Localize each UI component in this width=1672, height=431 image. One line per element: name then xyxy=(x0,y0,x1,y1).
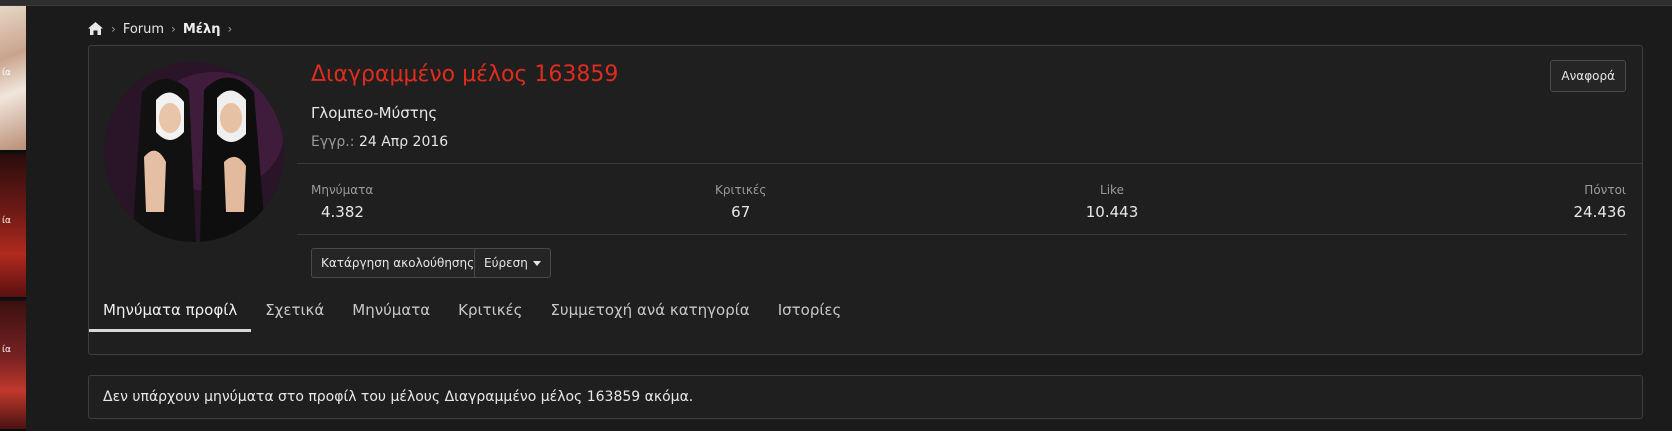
stat-points[interactable]: Πόντοι 24.436 xyxy=(1574,183,1627,221)
ad-text: ία xyxy=(2,345,11,355)
home-icon[interactable] xyxy=(88,22,104,36)
empty-message-text: Δεν υπάρχουν μηνύματα στο προφίλ του μέλ… xyxy=(103,389,694,405)
joined-value: 24 Απρ 2016 xyxy=(358,134,449,150)
stat-label: Πόντοι xyxy=(1584,183,1626,197)
tab-participation-by-category[interactable]: Συμμετοχή ανά κατηγορία xyxy=(536,290,763,332)
profile-tabs: Μηνύματα προφίλ Σχετικά Μηνύματα Κριτικέ… xyxy=(89,290,1642,332)
unfollow-button[interactable]: Κατάργηση ακολούθησης xyxy=(311,248,485,278)
empty-profile-posts-message: Δεν υπάρχουν μηνύματα στο προφίλ του μέλ… xyxy=(88,375,1643,419)
chevron-right-icon: › xyxy=(111,22,116,36)
joined-date: Εγγρ.: 24 Απρ 2016 xyxy=(311,134,448,150)
tab-profile-posts[interactable]: Μηνύματα προφίλ xyxy=(89,290,252,332)
breadcrumb: › Forum › Μέλη › xyxy=(88,20,239,38)
joined-label: Εγγρ.: xyxy=(311,134,355,150)
stat-label: Μηνύματα xyxy=(311,183,374,197)
ad-banner[interactable]: ία xyxy=(0,6,26,152)
stat-messages[interactable]: Μηνύματα 4.382 xyxy=(311,183,373,221)
stat-value: 4.382 xyxy=(321,203,364,221)
tab-reviews[interactable]: Κριτικές xyxy=(444,290,536,332)
caret-down-icon xyxy=(532,260,541,266)
tab-messages[interactable]: Μηνύματα xyxy=(338,290,444,332)
stat-value: 24.436 xyxy=(1573,203,1627,221)
stat-label: Κριτικές xyxy=(715,183,767,197)
stat-value: 10.443 xyxy=(1085,203,1139,221)
divider xyxy=(297,163,1643,164)
stat-likes[interactable]: Like 10.443 xyxy=(1082,183,1142,221)
find-label: Εύρεση xyxy=(484,256,528,270)
ad-text: ία xyxy=(2,216,11,226)
user-title: Γλομπεο-Μύστης xyxy=(311,104,438,122)
unfollow-label: Κατάργηση ακολούθησης xyxy=(321,256,475,270)
tab-stories[interactable]: Ιστορίες xyxy=(764,290,856,332)
breadcrumb-members[interactable]: Μέλη xyxy=(183,22,221,37)
avatar[interactable] xyxy=(104,62,284,242)
stat-label: Like xyxy=(1100,183,1124,197)
tab-about[interactable]: Σχετικά xyxy=(251,290,338,332)
member-name: Διαγραμμένο μέλος 163859 xyxy=(311,62,619,87)
stat-value: 67 xyxy=(731,203,751,221)
divider xyxy=(297,234,1627,235)
stat-reviews[interactable]: Κριτικές 67 xyxy=(715,183,766,221)
member-profile-card: Διαγραμμένο μέλος 163859 Γλομπεο-Μύστης … xyxy=(88,45,1643,355)
chevron-right-icon: › xyxy=(171,22,176,36)
ad-banner[interactable]: ία xyxy=(0,154,26,299)
breadcrumb-forum[interactable]: Forum xyxy=(123,22,164,37)
chevron-right-icon: › xyxy=(227,22,233,36)
ad-text: ία xyxy=(2,68,11,78)
side-ad-strip: ία ία ία xyxy=(0,6,26,431)
ad-banner[interactable]: ία xyxy=(0,301,26,431)
find-dropdown-button[interactable]: Εύρεση xyxy=(474,248,551,278)
top-bar xyxy=(0,0,1672,6)
report-button[interactable]: Αναφορά xyxy=(1550,60,1626,92)
